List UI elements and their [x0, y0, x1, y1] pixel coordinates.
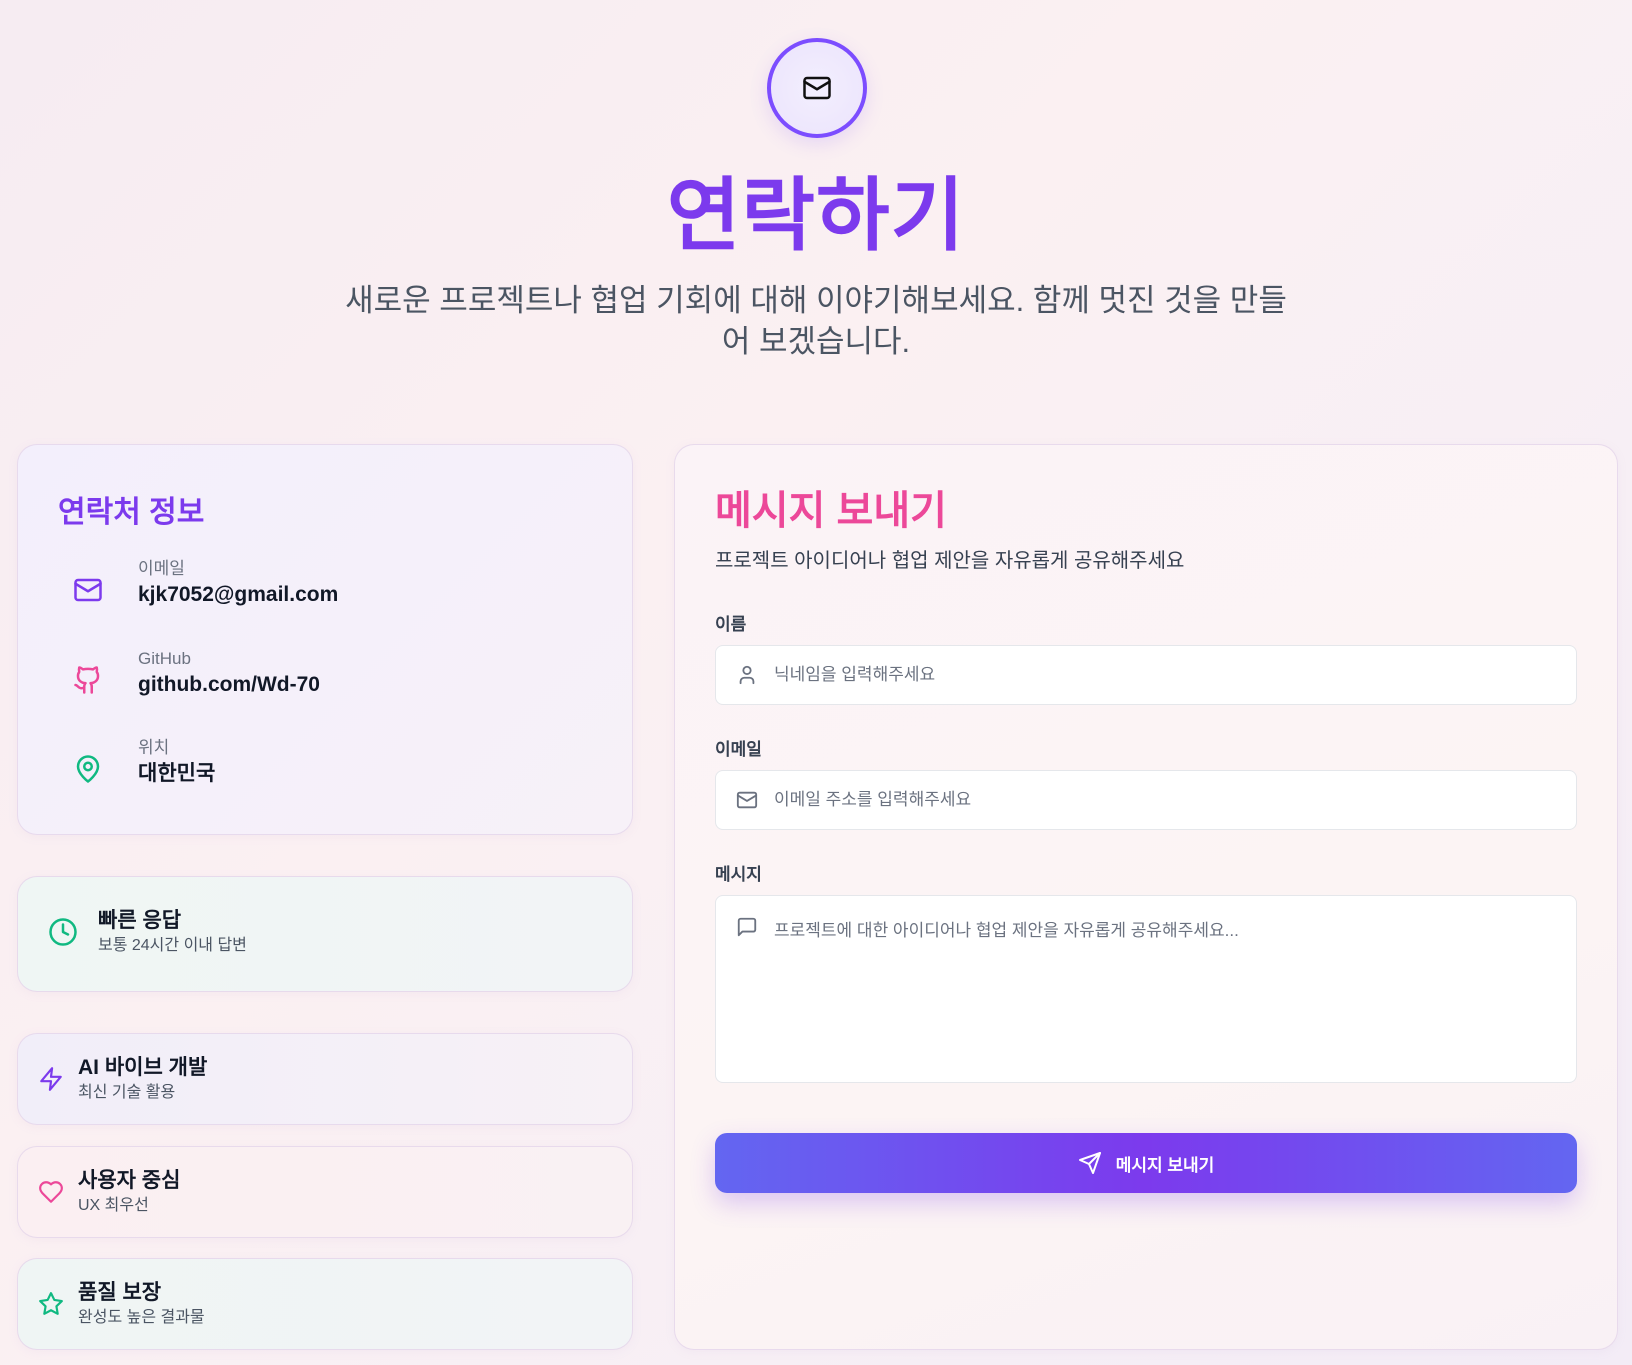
feature-title: 품질 보장 [78, 1281, 162, 1304]
contact-email-label: 이메일 [138, 559, 185, 578]
user-icon [739, 665, 755, 685]
contact-item-email: 이메일 kjk7052@gmail.com [68, 558, 338, 610]
name-label: 이름 [715, 615, 747, 634]
email-label: 이메일 [715, 740, 762, 759]
name-field[interactable] [715, 645, 1577, 705]
mail-icon [74, 578, 102, 602]
contact-github-label: GitHub [138, 649, 191, 668]
feature-desc: UX 최우선 [78, 1197, 149, 1214]
form-subtitle: 프로젝트 아이디어나 협업 제안을 자유롭게 공유해주세요 [715, 550, 1185, 572]
feature-card-ai-vibe: AI 바이브 개발 최신 기술 활용 [17, 1033, 633, 1125]
page-subtitle: 새로운 프로젝트나 협업 기회에 대해 이야기해보세요. 함께 멋진 것을 만들… [345, 283, 1287, 359]
heart-icon [39, 1181, 63, 1203]
contact-github-value[interactable]: github.com/Wd-70 [138, 670, 320, 700]
star-icon [39, 1292, 63, 1315]
contact-item-location: 위치 대한민국 [68, 737, 215, 789]
zap-icon [40, 1067, 62, 1091]
email-input[interactable] [774, 790, 1554, 810]
contact-item-github: GitHub github.com/Wd-70 [68, 648, 320, 700]
message-field[interactable] [715, 895, 1577, 1083]
mail-icon [736, 791, 758, 809]
clock-icon [49, 918, 77, 946]
contact-info-card: 연락처 정보 이메일 kjk7052@gmail.com GitHub gith… [17, 444, 633, 835]
contact-location-value: 대한민국 [138, 762, 216, 785]
contact-location-label: 위치 [138, 738, 170, 757]
page-title: 연락하기 [666, 171, 966, 260]
feature-card-fast-response: 빠른 응답 보통 24시간 이내 답변 [17, 876, 633, 992]
send-message-label: 메시지 보내기 [1115, 1155, 1215, 1175]
message-square-icon [737, 917, 757, 937]
hero-mail-badge [767, 38, 867, 138]
feature-title: 사용자 중심 [78, 1169, 181, 1192]
message-form-card: 메시지 보내기 프로젝트 아이디어나 협업 제안을 자유롭게 공유해주세요 이름… [674, 444, 1618, 1350]
mail-icon [803, 76, 831, 100]
send-icon [1078, 1152, 1101, 1174]
send-message-button[interactable]: 메시지 보내기 [715, 1133, 1577, 1193]
form-title: 메시지 보내기 [715, 489, 947, 533]
contact-info-title: 연락처 정보 [58, 496, 205, 529]
feature-title: AI 바이브 개발 [78, 1056, 208, 1079]
feature-card-user-centered: 사용자 중심 UX 최우선 [17, 1146, 633, 1238]
feature-desc: 최신 기술 활용 [78, 1084, 176, 1101]
github-icon [74, 666, 100, 694]
message-textarea[interactable] [774, 916, 1554, 1066]
map-pin-icon [76, 755, 100, 783]
message-label: 메시지 [715, 865, 762, 884]
feature-card-quality: 품질 보장 완성도 높은 결과물 [17, 1258, 633, 1350]
name-input[interactable] [774, 665, 1554, 685]
feature-title: 빠른 응답 [98, 909, 182, 932]
feature-desc: 완성도 높은 결과물 [78, 1309, 205, 1326]
email-field[interactable] [715, 770, 1577, 830]
contact-email-value[interactable]: kjk7052@gmail.com [138, 580, 338, 610]
feature-desc: 보통 24시간 이내 답변 [98, 937, 247, 954]
